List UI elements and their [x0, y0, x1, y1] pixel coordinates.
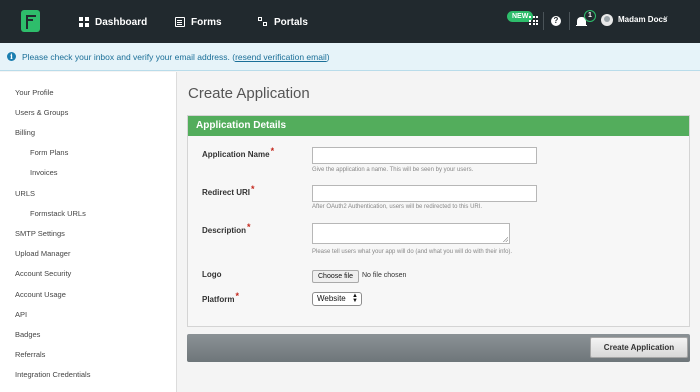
help-icon[interactable]: ?	[551, 16, 561, 26]
description-textarea[interactable]	[312, 223, 510, 244]
settings-sidebar: Your Profile Users & Groups Billing Form…	[0, 72, 177, 392]
redirect-uri-hint: After OAuth2 Authentication, users will …	[312, 204, 483, 210]
application-name-label-text: Application Name	[202, 150, 270, 159]
nav-divider	[569, 12, 570, 30]
panel-title: Application Details	[188, 116, 689, 136]
forms-icon	[175, 17, 185, 27]
logo-label: Logo	[202, 270, 222, 279]
sidebar-item-urls[interactable]: URLS	[15, 189, 35, 198]
sidebar-item-badges[interactable]: Badges	[15, 330, 40, 339]
sidebar-item-users-groups[interactable]: Users & Groups	[15, 108, 68, 117]
notice-text: Please check your inbox and verify your …	[22, 52, 330, 62]
sidebar-item-form-plans[interactable]: Form Plans	[30, 148, 68, 157]
info-icon: i	[7, 52, 16, 61]
description-label: Description*	[202, 222, 251, 235]
application-name-label: Application Name*	[202, 146, 275, 159]
required-mark: *	[247, 222, 251, 232]
required-mark: *	[235, 291, 239, 301]
redirect-uri-input[interactable]	[312, 185, 537, 202]
chevron-down-icon[interactable]: v	[664, 15, 668, 22]
file-status-text: No file chosen	[362, 272, 407, 279]
nav-divider	[543, 12, 544, 30]
required-mark: *	[251, 184, 255, 194]
nav-portals-label: Portals	[274, 16, 308, 28]
sidebar-item-api[interactable]: API	[15, 310, 27, 319]
nav-forms-label: Forms	[191, 16, 222, 28]
redirect-uri-label-text: Redirect URI	[202, 188, 251, 197]
create-application-button[interactable]: Create Application	[590, 337, 688, 358]
portals-icon	[258, 17, 268, 27]
avatar[interactable]	[601, 14, 613, 26]
user-name[interactable]: Madam Docs	[618, 15, 667, 24]
description-hint: Please tell users what your app will do …	[312, 249, 513, 255]
required-mark: *	[270, 146, 275, 156]
choose-file-button[interactable]: Choose file	[312, 270, 360, 283]
sidebar-item-your-profile[interactable]: Your Profile	[15, 88, 54, 97]
notification-count-badge: 1	[584, 10, 596, 22]
nav-forms[interactable]: Forms	[175, 14, 222, 30]
select-arrows-icon: ▲ ▼	[352, 293, 358, 304]
formstack-logo-icon[interactable]	[21, 10, 40, 32]
dashboard-icon	[79, 17, 89, 27]
sidebar-item-invoices[interactable]: Invoices	[30, 168, 58, 177]
platform-select[interactable]: Website ▲ ▼	[312, 292, 362, 306]
notice-message: Please check your inbox and verify your …	[22, 51, 236, 62]
sidebar-item-referrals[interactable]: Referrals	[15, 350, 45, 359]
top-nav: Dashboard Forms Portals NEW ? 1 Madam Do…	[0, 0, 700, 43]
platform-label-text: Platform	[202, 295, 235, 304]
application-details-panel: Application Details Application Name* Gi…	[187, 115, 690, 327]
platform-selected-value: Website	[317, 294, 346, 303]
sidebar-item-billing[interactable]: Billing	[15, 128, 35, 137]
redirect-uri-label: Redirect URI*	[202, 184, 255, 197]
description-label-text: Description	[202, 226, 247, 235]
sidebar-item-smtp-settings[interactable]: SMTP Settings	[15, 229, 65, 238]
platform-label: Platform*	[202, 291, 239, 304]
nav-portals[interactable]: Portals	[258, 14, 308, 30]
application-name-hint: Give the application a name. This will b…	[312, 167, 474, 173]
sidebar-item-integration-credentials[interactable]: Integration Credentials	[15, 370, 90, 379]
sidebar-item-account-usage[interactable]: Account Usage	[15, 290, 66, 299]
sidebar-item-upload-manager[interactable]: Upload Manager	[15, 249, 70, 258]
notice-message-end: )	[326, 51, 330, 62]
page-title: Create Application	[188, 85, 310, 102]
application-name-input[interactable]	[312, 147, 537, 164]
verification-notice: i Please check your inbox and verify you…	[0, 43, 700, 71]
sidebar-item-formstack-urls[interactable]: Formstack URLs	[30, 209, 86, 218]
apps-grid-icon[interactable]	[529, 16, 538, 25]
nav-dashboard[interactable]: Dashboard	[79, 14, 147, 30]
sidebar-item-account-security[interactable]: Account Security	[15, 269, 71, 278]
resend-verification-link[interactable]: resend verification email	[235, 52, 327, 62]
nav-dashboard-label: Dashboard	[95, 16, 148, 28]
